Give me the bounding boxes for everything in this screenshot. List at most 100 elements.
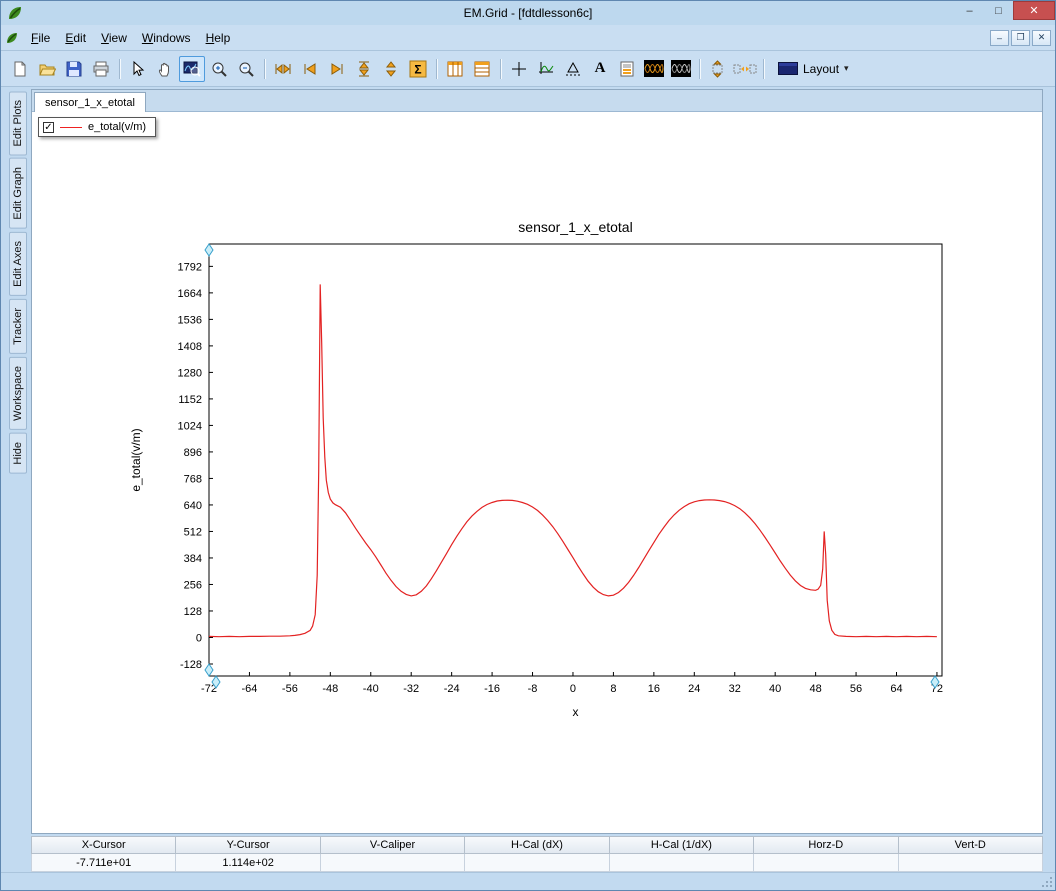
x-tick-label: 16 <box>648 683 660 695</box>
zoom-out-icon <box>239 62 254 77</box>
crosshair-button[interactable] <box>506 56 532 82</box>
new-file-button[interactable] <box>7 56 33 82</box>
y-tick-label: 640 <box>184 500 202 512</box>
horizontal-marker-button[interactable] <box>732 56 758 82</box>
delta-triangle-icon <box>566 61 580 75</box>
plot-area: ✓ e_total(v/m) sensor_1_x_etotal -128 0 128… <box>32 112 1042 833</box>
document-logo-icon <box>7 32 17 43</box>
axes-plot-button[interactable] <box>533 56 559 82</box>
open-file-button[interactable] <box>34 56 60 82</box>
report-button[interactable] <box>614 56 640 82</box>
toolbar-separator <box>500 58 501 79</box>
svg-text:Σ: Σ <box>414 62 421 76</box>
x-tick-label: -8 <box>528 683 538 695</box>
maximize-button[interactable]: □ <box>984 1 1013 20</box>
sidebar-item-workspace[interactable]: Workspace <box>9 356 27 430</box>
toolbar-separator <box>763 58 764 79</box>
sidebar-item-hide[interactable]: Hide <box>9 432 27 474</box>
scroll-vertical-button[interactable] <box>378 56 404 82</box>
title-bar[interactable]: EM.Grid - [fdtdlesson6c] – □ ✕ <box>1 1 1055 25</box>
mdi-close-button[interactable]: ✕ <box>1032 29 1051 46</box>
chevron-down-icon: ▾ <box>844 63 849 73</box>
report-page-icon <box>620 61 634 76</box>
scroll-left-icon <box>304 62 316 75</box>
sidebar-item-edit-axes[interactable]: Edit Axes <box>9 232 27 296</box>
main-area: Edit Plots Edit Graph Edit Axes Tracker … <box>1 87 1055 834</box>
menu-file[interactable]: File <box>24 27 57 49</box>
text-annotation-button[interactable]: A <box>587 56 613 82</box>
chart-canvas[interactable]: sensor_1_x_etotal-1280128256384512640768… <box>32 112 1042 833</box>
save-button[interactable] <box>61 56 87 82</box>
menu-help[interactable]: Help <box>199 27 238 49</box>
scroll-right-button[interactable] <box>324 56 350 82</box>
delta-marker-button[interactable] <box>560 56 586 82</box>
menu-windows[interactable]: Windows <box>135 27 198 49</box>
zoom-window-button[interactable] <box>179 55 205 82</box>
toolbar-separator <box>119 58 120 79</box>
sidebar-item-edit-graph[interactable]: Edit Graph <box>9 158 27 230</box>
resize-grip[interactable] <box>1040 875 1053 888</box>
print-button[interactable] <box>88 56 114 82</box>
zoom-in-button[interactable] <box>206 56 232 82</box>
waveform-gray-button[interactable] <box>668 56 694 82</box>
scroll-left-button[interactable] <box>297 56 323 82</box>
print-icon <box>93 61 109 76</box>
legend-checkbox[interactable]: ✓ <box>43 121 54 133</box>
close-button[interactable]: ✕ <box>1013 1 1055 20</box>
menu-view[interactable]: View <box>94 27 134 49</box>
cursor-value-cell <box>898 854 1043 872</box>
main-toolbar: Σ A Layout ▾ <box>1 51 1055 87</box>
layout-dropdown-button[interactable]: Layout ▾ <box>769 56 858 82</box>
cursor-header-cell: H-Cal (1/dX) <box>609 836 755 854</box>
fit-horizontal-button[interactable] <box>270 56 296 82</box>
scroll-right-icon <box>331 62 343 75</box>
minimize-button[interactable]: – <box>955 1 984 20</box>
waveform-gray-icon <box>671 60 691 77</box>
pan-button[interactable] <box>152 56 178 82</box>
chart-title: sensor_1_x_etotal <box>518 219 632 235</box>
cursor-header-cell: Horz-D <box>754 836 899 854</box>
cursor-value-cell: 1.114e+02 <box>176 854 321 872</box>
waveform-orange-button[interactable] <box>641 56 667 82</box>
y-axis-label: e_total(v/m) <box>129 428 143 491</box>
x-tick-label: 56 <box>850 683 862 695</box>
cursor-header-cell: X-Cursor <box>31 836 177 854</box>
y-tick-label: 0 <box>196 632 202 644</box>
x-tick-label: 32 <box>729 683 741 695</box>
legend-label: e_total(v/m) <box>88 121 147 133</box>
tab-sensor-1-x-etotal[interactable]: sensor_1_x_etotal <box>34 92 146 112</box>
autoscale-button[interactable]: Σ <box>405 56 431 82</box>
zoom-out-button[interactable] <box>233 56 259 82</box>
x-tick-label: -16 <box>484 683 500 695</box>
axes-plot-icon <box>539 61 554 74</box>
y-tick-label: 1280 <box>178 367 202 379</box>
sidebar-item-edit-plots[interactable]: Edit Plots <box>9 91 27 156</box>
x-tick-label: -56 <box>282 683 298 695</box>
fit-vertical-icon <box>358 61 370 76</box>
status-bar <box>1 872 1055 890</box>
horizontal-marker-icon <box>733 64 757 73</box>
menu-edit[interactable]: Edit <box>58 27 93 49</box>
x-tick-label: 0 <box>570 683 576 695</box>
y-tick-label: 128 <box>184 606 202 618</box>
select-cursor-button[interactable] <box>125 56 151 82</box>
cursor-table-value-row: -7.711e+01 1.114e+02 <box>31 854 1043 872</box>
vertical-marker-icon <box>712 59 723 78</box>
window-controls: – □ ✕ <box>955 1 1055 20</box>
mdi-minimize-button[interactable]: – <box>990 29 1009 46</box>
mdi-restore-button[interactable]: ❐ <box>1011 29 1030 46</box>
y-tick-label: 1024 <box>178 420 202 432</box>
table-columns-button[interactable] <box>442 56 468 82</box>
x-tick-label: -64 <box>241 683 257 695</box>
table-rows-button[interactable] <box>469 56 495 82</box>
toolbar-separator <box>264 58 265 79</box>
x-axis-label: x <box>573 705 579 719</box>
text-a-icon: A <box>594 60 606 76</box>
vertical-marker-button[interactable] <box>705 56 731 82</box>
cursor-header-cell: V-Caliper <box>320 836 466 854</box>
menu-bar: File Edit View Windows Help – ❐ ✕ <box>1 25 1055 51</box>
fit-horizontal-icon <box>275 63 291 74</box>
sidebar-item-tracker[interactable]: Tracker <box>9 298 27 354</box>
x-tick-label: 40 <box>769 683 781 695</box>
fit-vertical-button[interactable] <box>351 56 377 82</box>
